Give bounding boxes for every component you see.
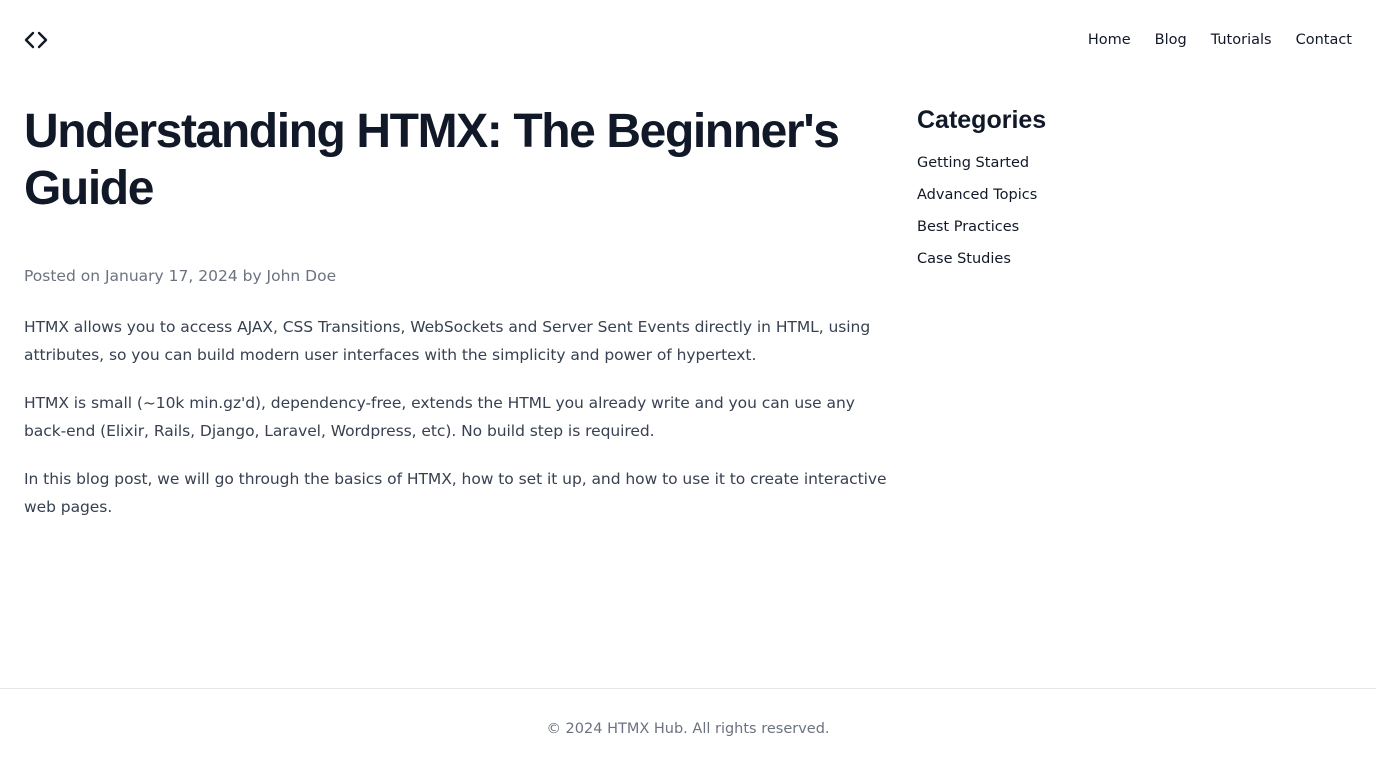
- nav-link-blog[interactable]: Blog: [1155, 30, 1187, 50]
- sidebar-title: Categories: [917, 106, 1047, 134]
- category-link-case-studies[interactable]: Case Studies: [917, 251, 1011, 267]
- page: Home Blog Tutorials Contact Understandin…: [0, 0, 1376, 768]
- article: Understanding HTMX: The Beginner's Guide…: [24, 102, 890, 541]
- article-paragraph: HTMX is small (~10k min.gz'd), dependenc…: [24, 394, 855, 440]
- category-item: Getting Started: [917, 153, 1352, 173]
- category-link-advanced-topics[interactable]: Advanced Topics: [917, 187, 1037, 203]
- nav-link-contact[interactable]: Contact: [1296, 30, 1352, 50]
- category-item: Best Practices: [917, 217, 1352, 237]
- category-link-best-practices[interactable]: Best Practices: [917, 219, 1019, 235]
- article-paragraph: HTMX allows you to access AJAX, CSS Tran…: [24, 318, 871, 364]
- copyright-text: © 2024 HTMX Hub. All rights reserved.: [546, 721, 830, 737]
- nav-link-tutorials[interactable]: Tutorials: [1211, 30, 1272, 50]
- article-paragraph: In this blog post, we will go through th…: [24, 470, 887, 516]
- article-meta: Posted on January 17, 2024 by John Doe: [24, 267, 337, 285]
- site-footer: © 2024 HTMX Hub. All rights reserved.: [0, 688, 1376, 768]
- category-item: Case Studies: [917, 249, 1352, 269]
- category-list: Getting Started Advanced Topics Best Pra…: [917, 153, 1352, 269]
- article-title: Understanding HTMX: The Beginner's Guide: [24, 105, 840, 215]
- main-nav: Home Blog Tutorials Contact: [1088, 30, 1352, 50]
- article-body: HTMX allows you to access AJAX, CSS Tran…: [24, 313, 890, 521]
- code-brackets-icon[interactable]: [24, 29, 48, 51]
- sidebar: Categories Getting Started Advanced Topi…: [917, 104, 1352, 281]
- category-link-getting-started[interactable]: Getting Started: [917, 155, 1029, 171]
- category-item: Advanced Topics: [917, 185, 1352, 205]
- nav-link-home[interactable]: Home: [1088, 30, 1131, 50]
- site-header: Home Blog Tutorials Contact: [0, 0, 1376, 80]
